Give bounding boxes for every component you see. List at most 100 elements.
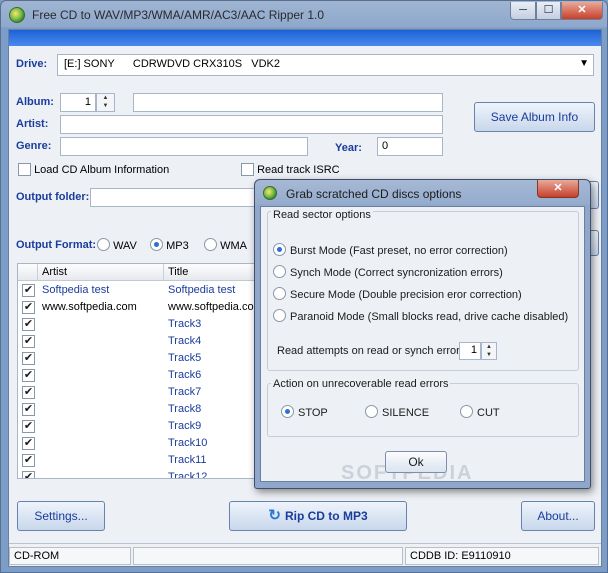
read-attempts-field[interactable]: 1 [459, 342, 481, 360]
album-number-field[interactable]: 1 [60, 93, 96, 112]
title-bar[interactable]: Free CD to WAV/MP3/WMA/AMR/AC3/AAC Rippe… [1, 1, 607, 28]
track-checkbox[interactable] [22, 301, 35, 314]
track-checkbox[interactable] [22, 335, 35, 348]
stepper-up-icon[interactable]: ▲ [482, 343, 496, 351]
ok-button[interactable]: Ok [385, 451, 447, 473]
action-cut-radio[interactable] [460, 405, 473, 418]
dialog-app-icon [263, 186, 277, 200]
paranoid-mode-label: Paranoid Mode (Small blocks read, drive … [290, 311, 569, 323]
stepper-down-icon[interactable]: ▼ [482, 351, 496, 359]
track-row[interactable]: Track3 [18, 316, 256, 333]
track-checkbox[interactable] [22, 284, 35, 297]
track-check-cell[interactable] [22, 318, 35, 331]
paranoid-mode-radio[interactable] [273, 309, 286, 322]
action-silence-radio[interactable] [365, 405, 378, 418]
track-check-cell[interactable] [22, 454, 35, 467]
burst-mode-option[interactable]: Burst Mode (Fast preset, no error correc… [273, 243, 508, 257]
column-header-artist[interactable]: Artist [38, 264, 164, 281]
format-wav-radio[interactable] [97, 238, 110, 251]
dialog-close-button[interactable]: ✕ [537, 180, 579, 198]
format-wav-label: WAV [113, 240, 137, 252]
track-artist-cell: Softpedia test [42, 284, 110, 296]
read-isrc-option[interactable]: Read track ISRC [241, 163, 340, 176]
track-checkbox[interactable] [22, 318, 35, 331]
track-check-cell[interactable] [22, 420, 35, 433]
track-check-cell[interactable] [22, 403, 35, 416]
secure-mode-option[interactable]: Secure Mode (Double precision eror corre… [273, 287, 522, 301]
rip-button[interactable]: ↻ Rip CD to MP3 [229, 501, 407, 531]
track-checkbox[interactable] [22, 352, 35, 365]
synch-mode-option[interactable]: Synch Mode (Correct syncronization error… [273, 265, 503, 279]
track-check-cell[interactable] [22, 437, 35, 450]
track-check-cell[interactable] [22, 369, 35, 382]
track-checkbox[interactable] [22, 386, 35, 399]
track-title-cell: Track7 [168, 386, 202, 398]
format-wma-option[interactable]: WMA [204, 238, 247, 252]
about-button[interactable]: About... [521, 501, 595, 531]
burst-mode-radio[interactable] [273, 243, 286, 256]
track-checkbox[interactable] [22, 471, 35, 478]
save-album-info-button[interactable]: Save Album Info [474, 102, 595, 132]
paranoid-mode-option[interactable]: Paranoid Mode (Small blocks read, drive … [273, 309, 568, 323]
minimize-button[interactable]: ─ [510, 2, 536, 20]
track-checkbox[interactable] [22, 369, 35, 382]
track-row[interactable]: Track8 [18, 401, 256, 418]
artist-field[interactable] [60, 115, 443, 134]
format-mp3-radio[interactable] [150, 238, 163, 251]
track-title-cell: Track9 [168, 420, 202, 432]
load-cd-info-option[interactable]: Load CD Album Information [18, 163, 169, 176]
track-row[interactable]: Softpedia test Softpedia test [18, 282, 256, 299]
track-check-cell[interactable] [22, 386, 35, 399]
track-row[interactable]: Track4 [18, 333, 256, 350]
track-row[interactable]: Track7 [18, 384, 256, 401]
track-checkbox[interactable] [22, 403, 35, 416]
settings-button[interactable]: Settings... [17, 501, 105, 531]
track-row[interactable]: Track9 [18, 418, 256, 435]
track-row[interactable]: Track10 [18, 435, 256, 452]
track-checkbox[interactable] [22, 420, 35, 433]
album-name-field[interactable] [133, 93, 443, 112]
action-stop-radio[interactable] [281, 405, 294, 418]
stepper-up-icon[interactable]: ▲ [97, 94, 114, 102]
chevron-down-icon[interactable]: ▼ [579, 58, 589, 69]
close-button[interactable]: ✕ [561, 2, 603, 20]
track-check-cell[interactable] [22, 284, 35, 297]
track-checkbox[interactable] [22, 454, 35, 467]
output-folder-label: Output folder: [16, 191, 90, 203]
drive-select[interactable]: [E:] SONY CDRWDVD CRX310S VDK2 ▼ [57, 54, 594, 76]
track-row[interactable]: Track12 [18, 469, 256, 479]
secure-mode-radio[interactable] [273, 287, 286, 300]
genre-field[interactable] [60, 137, 308, 156]
load-cd-info-checkbox[interactable] [18, 163, 31, 176]
track-check-cell[interactable] [22, 352, 35, 365]
track-row[interactable]: Track6 [18, 367, 256, 384]
track-artist-cell: www.softpedia.com [42, 301, 137, 313]
column-header-check[interactable] [18, 264, 38, 281]
stepper-down-icon[interactable]: ▼ [97, 102, 114, 110]
track-row[interactable]: Track5 [18, 350, 256, 367]
track-title-cell: Track6 [168, 369, 202, 381]
rip-arrow-icon: ↻ [268, 507, 281, 524]
track-check-cell[interactable] [22, 471, 35, 478]
action-stop-option[interactable]: STOP [281, 405, 328, 419]
track-check-cell[interactable] [22, 335, 35, 348]
synch-mode-radio[interactable] [273, 265, 286, 278]
track-list[interactable]: Artist Title Softpedia testSoftpedia tes… [17, 263, 257, 479]
output-folder-field[interactable] [90, 188, 260, 207]
track-row[interactable]: www.softpedia.com www.softpedia.com [18, 299, 256, 316]
action-cut-option[interactable]: CUT [460, 405, 500, 419]
read-isrc-checkbox[interactable] [241, 163, 254, 176]
track-checkbox[interactable] [22, 437, 35, 450]
track-check-cell[interactable] [22, 301, 35, 314]
read-attempts-stepper[interactable]: ▲ ▼ [481, 342, 497, 360]
column-header-title[interactable]: Title [164, 264, 256, 281]
track-title-cell: Track12 [168, 471, 208, 479]
year-field[interactable]: 0 [377, 137, 443, 156]
action-silence-option[interactable]: SILENCE [365, 405, 429, 419]
format-wav-option[interactable]: WAV [97, 238, 137, 252]
album-number-stepper[interactable]: ▲ ▼ [96, 93, 115, 112]
maximize-button[interactable]: ☐ [536, 2, 561, 20]
format-wma-radio[interactable] [204, 238, 217, 251]
format-mp3-option[interactable]: MP3 [150, 238, 189, 252]
track-row[interactable]: Track11 [18, 452, 256, 469]
